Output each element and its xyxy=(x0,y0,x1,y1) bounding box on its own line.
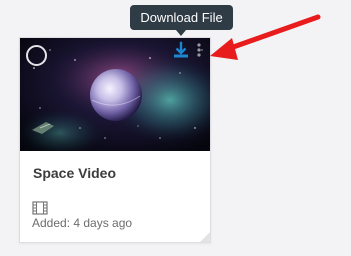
card-corner-fold xyxy=(200,232,210,242)
download-tooltip: Download File xyxy=(130,5,233,30)
card-title[interactable]: Space Video xyxy=(33,165,116,181)
download-icon xyxy=(174,41,188,58)
video-thumbnail[interactable] xyxy=(20,38,210,151)
tooltip-text: Download File xyxy=(140,10,223,25)
select-checkbox[interactable] xyxy=(26,45,47,66)
more-options-button[interactable] xyxy=(193,42,205,58)
download-button[interactable] xyxy=(171,40,191,60)
media-card[interactable]: Space Video Added: 4 days ago xyxy=(19,37,211,243)
film-icon xyxy=(32,201,48,215)
page: Download File Space Video Added: 4 days … xyxy=(0,0,351,256)
more-vertical-icon xyxy=(197,43,201,57)
tooltip-pointer xyxy=(176,30,186,36)
added-date: Added: 4 days ago xyxy=(32,216,133,230)
